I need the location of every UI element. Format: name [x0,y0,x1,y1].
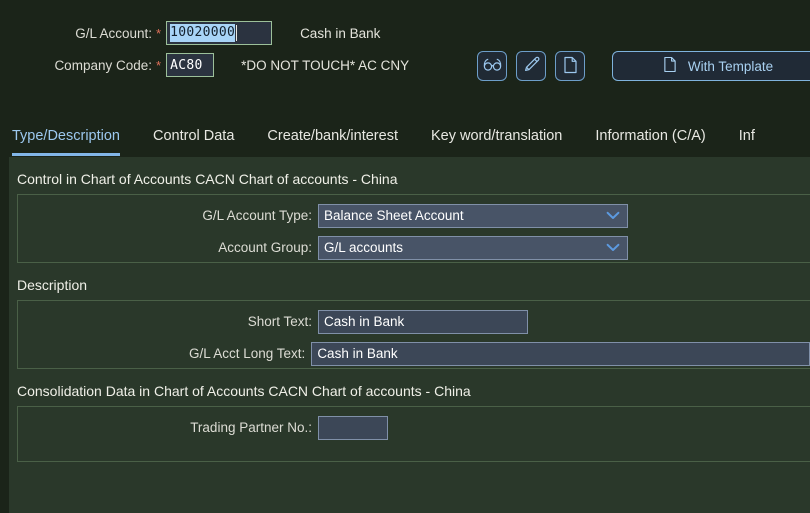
gl-account-required-marker: * [156,25,162,41]
tab-label: Type/Description [12,127,120,144]
section: Description Short Text: Cash in Bank G/L Ac… [9,263,810,369]
g-l-acct-long-text-input[interactable]: Cash in Bank [311,341,810,366]
tab-information-c-a[interactable]: Information (C/A) [595,115,705,156]
section-panel: Trading Partner No.: [17,406,810,462]
g-l-account-type-select[interactable]: Balance Sheet Account [318,203,628,228]
tab-type-description[interactable]: Type/Description [12,115,120,156]
section-title: Consolidation Data in Chart of Accounts … [17,383,471,399]
company-code-description: *DO NOT TOUCH* AC CNY [241,57,410,73]
field-label: Trading Partner No.: [190,420,312,435]
tab-label: Information (C/A) [595,127,706,144]
section-title: Control in Chart of Accounts CACN Chart … [17,171,398,187]
select-value: G/L accounts [324,240,404,255]
document-icon [663,56,677,76]
field-row: Short Text: Cash in Bank [18,309,810,334]
field-label: G/L Account Type: [202,208,312,223]
glasses-icon [483,57,502,75]
section: Consolidation Data in Chart of Accounts … [9,369,810,462]
field-row: G/L Acct Long Text: Cash in Bank [18,341,810,366]
pencil-icon [523,56,540,76]
select-value: Balance Sheet Account [324,208,464,223]
company-code-required-marker: * [156,57,162,73]
company-code-row: Company Code: * AC80 *DO NOT TOUCH* AC C… [0,52,409,78]
field-label: G/L Acct Long Text: [188,346,306,361]
display-button[interactable] [477,51,507,81]
chevron-down-icon[interactable] [606,240,620,255]
field-label: Short Text: [247,314,312,329]
tab-inf[interactable]: Inf [739,115,755,156]
short-text-input[interactable]: Cash in Bank [318,309,528,334]
company-code-input-value: AC80 [170,57,203,73]
gl-account-row: G/L Account: * 10020000 Cash in Bank [0,20,380,46]
gl-account-master-screen: G/L Account: * 10020000 Cash in Bank Com… [0,0,810,513]
input-value: Cash in Bank [324,314,405,329]
field-row: G/L Account Type: Balance Sheet Account [18,203,810,228]
company-code-input[interactable]: AC80 [166,53,215,77]
document-icon [563,56,578,77]
create-button[interactable] [555,51,585,81]
company-code-label: Company Code: [54,57,152,73]
field-row: Trading Partner No.: [18,415,810,440]
text-cursor [236,25,238,41]
tab-label: Create/bank/interest [267,127,398,144]
gl-account-input-value: 10020000 [170,24,236,42]
tab-key-word-translation[interactable]: Key word/translation [431,115,562,156]
section-panel: Short Text: Cash in Bank G/L Acct Long Tex… [17,300,810,369]
with-template-label: With Template [687,58,774,74]
gl-account-description: Cash in Bank [300,25,381,41]
input-value: Cash in Bank [317,346,398,361]
section: Control in Chart of Accounts CACN Chart … [9,157,810,263]
tab-label: Control Data [153,127,235,144]
header-area: G/L Account: * 10020000 Cash in Bank Com… [0,0,810,115]
field-row: Account Group: G/L accounts [18,235,810,260]
with-template-button[interactable]: With Template [612,51,810,81]
section-title: Description [17,277,88,293]
sections-container: Control in Chart of Accounts CACN Chart … [9,157,810,513]
tab-label: Key word/translation [430,127,563,144]
content-area: Control in Chart of Accounts CACN Chart … [0,157,810,513]
field-label: Account Group: [218,240,312,255]
edit-button[interactable] [516,51,546,81]
tab-control-data[interactable]: Control Data [153,115,234,156]
header-toolbar: With Template [477,51,810,81]
trading-partner-no-input[interactable] [318,415,388,440]
chevron-down-icon[interactable] [606,208,620,223]
tab-create-bank-interest[interactable]: Create/bank/interest [267,115,398,156]
gl-account-label: G/L Account: [75,25,152,41]
tab-bar: Type/Description Control Data Create/bank/… [0,115,810,158]
account-group-select[interactable]: G/L accounts [318,235,628,260]
section-panel: G/L Account Type: Balance Sheet Account Ac… [17,194,810,263]
tab-label: Inf [738,127,755,144]
gl-account-input[interactable]: 10020000 [166,21,273,45]
